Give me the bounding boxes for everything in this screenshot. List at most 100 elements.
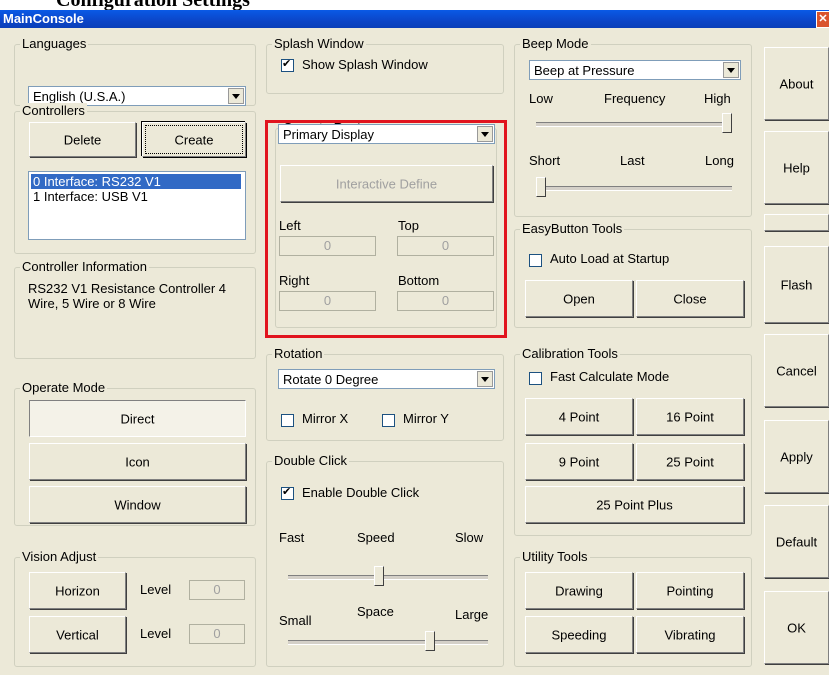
controller-info-text: RS232 V1 Resistance Controller 4 Wire, 5…: [28, 281, 226, 311]
last-label: Last: [620, 153, 645, 168]
show-splash-label: Show Splash Window: [302, 57, 428, 72]
vision-adjust-legend: Vision Adjust: [20, 549, 99, 564]
window-mode-button[interactable]: Window: [29, 486, 246, 523]
delete-button[interactable]: Delete: [29, 122, 136, 157]
vertical-button[interactable]: Vertical: [29, 616, 126, 653]
space-slider-track[interactable]: [288, 640, 488, 645]
horizon-level-field[interactable]: 0: [189, 580, 245, 600]
about-button[interactable]: About: [764, 47, 829, 120]
create-button[interactable]: Create: [142, 122, 246, 157]
bottom-label: Bottom: [398, 273, 440, 288]
beep-mode-legend: Beep Mode: [520, 36, 591, 51]
easybutton-legend: EasyButton Tools: [520, 221, 625, 236]
direct-button[interactable]: Direct: [29, 400, 246, 437]
show-splash-checkbox[interactable]: [281, 57, 294, 72]
chevron-down-icon[interactable]: [723, 62, 739, 78]
chevron-down-icon[interactable]: [477, 126, 493, 142]
small-label: Small: [279, 613, 312, 628]
calibrate-16-point-button[interactable]: 16 Point: [636, 398, 744, 435]
controller-info-legend: Controller Information: [20, 259, 149, 274]
default-button[interactable]: Default: [764, 505, 829, 578]
list-item[interactable]: 1 Interface: USB V1: [31, 189, 150, 204]
auto-load-checkbox[interactable]: [529, 254, 542, 267]
chevron-down-icon[interactable]: [477, 371, 493, 387]
flash-button[interactable]: Flash: [764, 246, 829, 323]
mirror-x-checkbox[interactable]: [281, 414, 294, 427]
space-slider-thumb[interactable]: [424, 631, 435, 651]
beep-mode-value: Beep at Pressure: [534, 63, 635, 78]
rotation-select[interactable]: Rotate 0 Degree: [278, 369, 495, 389]
apply-button[interactable]: Apply: [764, 420, 829, 493]
help-button[interactable]: Help: [764, 131, 829, 204]
bottom-field[interactable]: 0: [397, 291, 494, 311]
operate-region-value: Primary Display: [283, 127, 375, 142]
close-icon[interactable]: ✕: [816, 11, 829, 28]
drawing-button[interactable]: Drawing: [525, 572, 633, 609]
language-value: English (U.S.A.): [33, 89, 126, 104]
mirror-y-checkbox[interactable]: [382, 414, 395, 427]
frequency-slider-thumb[interactable]: [722, 113, 732, 133]
slow-label: Slow: [455, 530, 484, 545]
rotation-value: Rotate 0 Degree: [283, 372, 379, 387]
icon-mode-button[interactable]: Icon: [29, 443, 246, 480]
auto-load-label: Auto Load at Startup: [550, 251, 670, 266]
low-label: Low: [529, 91, 553, 106]
speeding-button[interactable]: Speeding: [525, 616, 633, 653]
speed-label: Speed: [357, 530, 395, 545]
controllers-legend: Controllers: [20, 103, 87, 118]
spacer-bar: [764, 214, 829, 231]
cancel-button[interactable]: Cancel: [764, 334, 829, 407]
frequency-label: Frequency: [604, 91, 666, 106]
double-click-legend: Double Click: [272, 453, 349, 468]
splash-legend: Splash Window: [272, 36, 366, 51]
short-label: Short: [529, 153, 561, 168]
easybutton-open-button[interactable]: Open: [525, 280, 633, 317]
list-item[interactable]: 0 Interface: RS232 V1: [31, 174, 241, 189]
high-label: High: [704, 91, 731, 106]
pointing-button[interactable]: Pointing: [636, 572, 744, 609]
fast-calculate-checkbox[interactable]: [529, 372, 542, 385]
left-label: Left: [279, 218, 301, 233]
utility-tools-legend: Utility Tools: [520, 549, 590, 564]
operate-region-select[interactable]: Primary Display: [278, 124, 495, 144]
calibrate-25-point-button[interactable]: 25 Point: [636, 443, 744, 480]
horizon-button[interactable]: Horizon: [29, 572, 126, 609]
chevron-down-icon[interactable]: [228, 88, 244, 104]
calibration-legend: Calibration Tools: [520, 346, 620, 361]
fast-calculate-label: Fast Calculate Mode: [550, 369, 670, 384]
speed-slider-track[interactable]: [288, 575, 488, 580]
operate-mode-legend: Operate Mode: [20, 380, 108, 395]
enable-double-click-checkbox[interactable]: [281, 485, 294, 500]
top-label: Top: [398, 218, 419, 233]
calibrate-4-point-button[interactable]: 4 Point: [525, 398, 633, 435]
right-label: Right: [279, 273, 310, 288]
beep-mode-select[interactable]: Beep at Pressure: [529, 60, 741, 80]
speed-slider-thumb[interactable]: [373, 566, 384, 586]
fast-label: Fast: [279, 530, 305, 545]
mirror-x-label: Mirror X: [302, 411, 349, 426]
enable-double-click-label: Enable Double Click: [302, 485, 420, 500]
interactive-define-button[interactable]: Interactive Define: [280, 165, 493, 202]
document-heading-fragment: Configuration Settings: [0, 0, 829, 10]
calibrate-25-point-plus-button[interactable]: 25 Point Plus: [525, 486, 744, 523]
title-bar: MainConsole ✕: [0, 10, 829, 28]
last-slider-thumb[interactable]: [536, 177, 546, 197]
last-slider-track[interactable]: [536, 186, 732, 191]
vibrating-button[interactable]: Vibrating: [636, 616, 744, 653]
mirror-y-label: Mirror Y: [403, 411, 449, 426]
right-field[interactable]: 0: [279, 291, 376, 311]
left-field[interactable]: 0: [279, 236, 376, 256]
vertical-level-label: Level: [140, 626, 172, 641]
horizon-level-label: Level: [140, 582, 172, 597]
languages-legend: Languages: [20, 36, 89, 51]
ok-button[interactable]: OK: [764, 591, 829, 664]
calibrate-9-point-button[interactable]: 9 Point: [525, 443, 633, 480]
top-field[interactable]: 0: [397, 236, 494, 256]
easybutton-close-button[interactable]: Close: [636, 280, 744, 317]
long-label: Long: [705, 153, 734, 168]
frequency-slider-track[interactable]: [536, 122, 732, 127]
window-title: MainConsole: [3, 11, 84, 26]
vertical-level-field[interactable]: 0: [189, 624, 245, 644]
controller-list[interactable]: 0 Interface: RS232 V1 1 Interface: USB V…: [28, 171, 246, 240]
rotation-legend: Rotation: [272, 346, 325, 361]
